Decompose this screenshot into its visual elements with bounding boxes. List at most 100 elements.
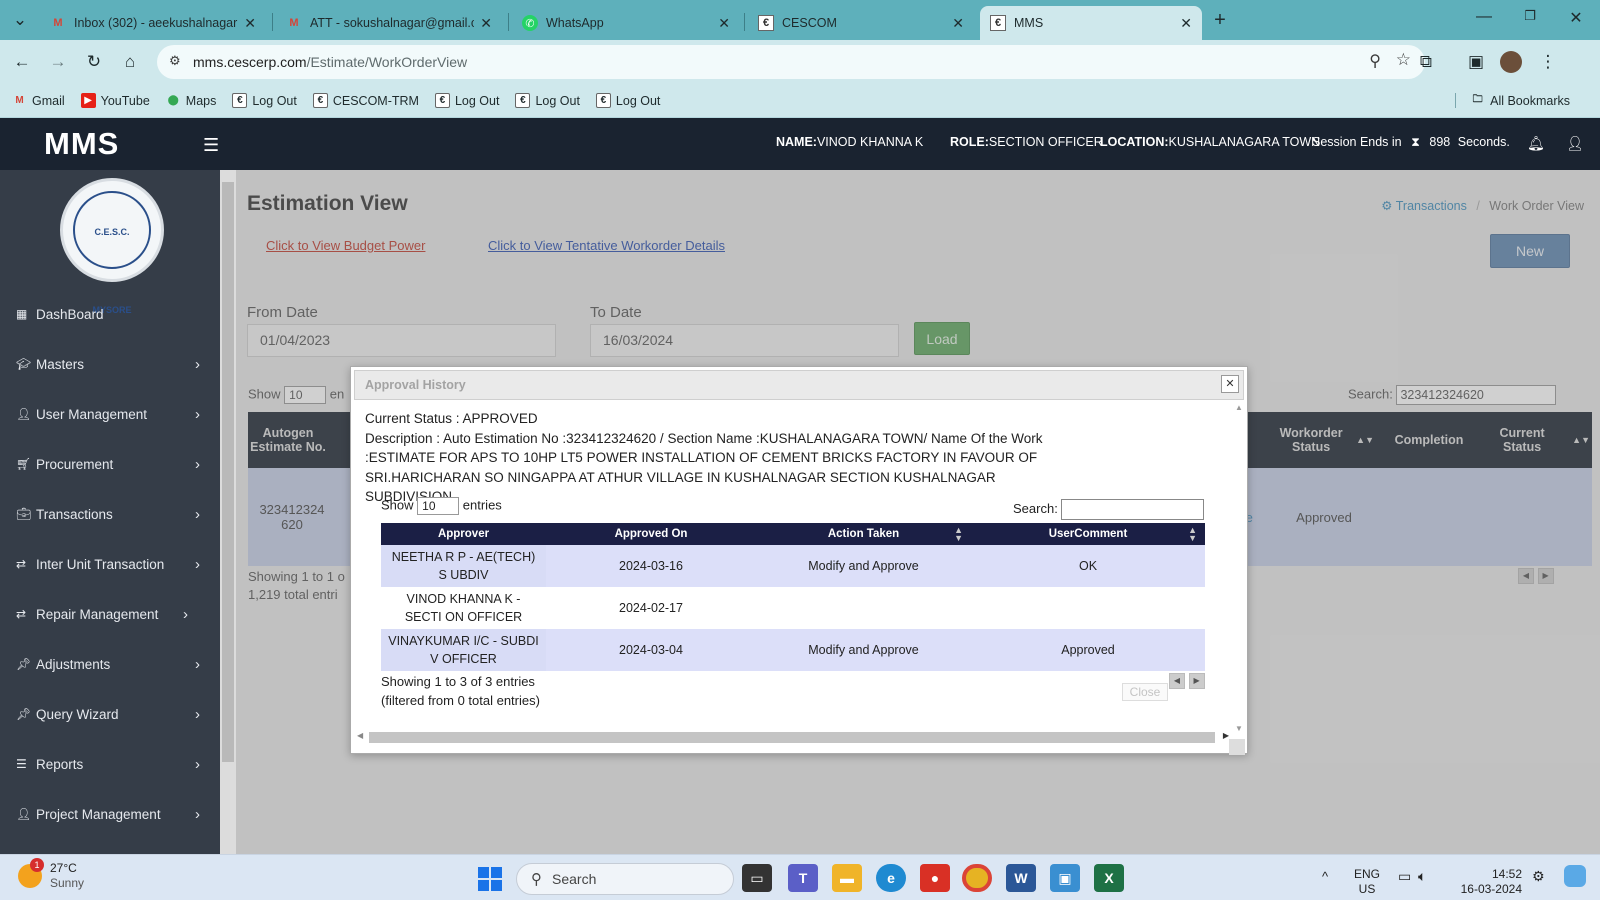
sidebar-item-transactions[interactable]: 💼︎ Transactions ›	[0, 494, 220, 534]
scroll-left-icon[interactable]: ◀	[1169, 673, 1185, 689]
scroll-right-icon[interactable]: ▶	[1188, 673, 1205, 689]
dialog-close-button[interactable]: Close	[1122, 683, 1168, 701]
scroll-up-icon[interactable]: ▲	[1235, 403, 1243, 412]
app-logo[interactable]: MMS	[44, 126, 119, 162]
site-info-icon[interactable]: ⚙	[169, 53, 181, 69]
sidebar-item-adjustments[interactable]: 📌︎ Adjustments ›	[0, 644, 220, 684]
column-header-action-taken[interactable]: Action Taken ▲ ▼	[756, 523, 971, 545]
tab-mms[interactable]: € MMS ✕	[980, 6, 1202, 40]
sidebar-item-user-management[interactable]: 👤︎ User Management ›	[0, 394, 220, 434]
list-icon: ☰	[16, 757, 27, 771]
back-icon[interactable]: ←	[10, 50, 34, 74]
sidebar-item-label: Repair Management	[36, 606, 159, 622]
hamburger-menu-icon[interactable]: ☰	[203, 135, 219, 156]
sidebar-item-reports[interactable]: ☰ Reports ›	[0, 744, 220, 784]
profile-avatar[interactable]	[1500, 51, 1522, 73]
chrome-icon[interactable]	[962, 864, 992, 892]
exchange-icon: ⇄	[16, 607, 27, 621]
column-header-approver[interactable]: Approver	[381, 523, 546, 545]
tab-whatsapp[interactable]: ✆ WhatsApp ✕	[512, 6, 740, 40]
new-tab-icon[interactable]: +	[1208, 8, 1232, 32]
close-tab-icon[interactable]: ✕	[244, 15, 256, 32]
close-tab-icon[interactable]: ✕	[480, 15, 492, 32]
all-bookmarks[interactable]: 🗀 All Bookmarks	[1455, 93, 1570, 108]
chrome-menu-icon[interactable]: ⋮	[1536, 50, 1560, 74]
chevron-right-icon: ›	[195, 405, 200, 423]
chevron-right-icon: ›	[195, 555, 200, 573]
network-icon[interactable]: ▭	[1398, 869, 1411, 884]
sort-icon: ▲▼	[1188, 525, 1197, 543]
dialog-page-length-select[interactable]: 10	[417, 497, 460, 515]
bookmark-maps[interactable]: ⬤ Maps	[166, 93, 217, 108]
excel-icon[interactable]: X	[1094, 864, 1124, 892]
side-panel-icon[interactable]: ▣	[1464, 50, 1488, 74]
clock[interactable]: 14:52 16-03-2024	[1460, 867, 1522, 897]
task-view-icon[interactable]: ▭	[742, 864, 772, 892]
sidebar-scrollbar[interactable]	[220, 170, 236, 854]
approval-history-table: Approver Approved On Action Taken ▲ ▼ User…	[381, 523, 1205, 671]
volume-icon[interactable]: 🔈︎	[1418, 869, 1426, 884]
sort-icon: ▲▼	[954, 525, 963, 543]
restore-icon[interactable]: ❐	[1510, 8, 1550, 32]
language-indicator[interactable]: ENG US	[1354, 867, 1380, 897]
tab-cescom[interactable]: € CESCOM ✕	[748, 6, 974, 40]
bookmark-logout[interactable]: € Log Out	[232, 93, 297, 108]
tray-chevron-icon[interactable]: ^	[1322, 869, 1328, 884]
bookmark-logout[interactable]: € Log Out	[434, 93, 499, 108]
home-icon[interactable]: ⌂	[118, 50, 142, 74]
app-icon[interactable]: ●	[920, 864, 950, 892]
user-name: NAME:VINOD KHANNA K	[776, 135, 923, 149]
bookmark-gmail[interactable]: M Gmail	[12, 93, 64, 108]
teams-icon[interactable]: T	[788, 864, 818, 892]
tab-search-chevron-icon[interactable]: ⌄	[8, 8, 32, 32]
sidebar-item-repair-management[interactable]: ⇄ Repair Management ›	[0, 594, 220, 634]
bookmark-cescom-trm[interactable]: € CESCOM-TRM	[312, 93, 419, 108]
bookmark-logout[interactable]: € Log Out	[515, 93, 580, 108]
close-tab-icon[interactable]: ✕	[1180, 15, 1192, 32]
tab-gmail-att[interactable]: M ATT - sokushalnagar@gmail.com ✕	[276, 6, 502, 40]
bookmarks-bar: M Gmail ▶ YouTube ⬤ Maps € Log Out € CESCOM-T…	[0, 84, 1600, 118]
copilot-icon[interactable]	[1564, 865, 1586, 887]
reload-icon[interactable]: ↻	[82, 50, 106, 74]
bookmark-youtube[interactable]: ▶ YouTube	[80, 93, 150, 108]
show-label: Show	[381, 497, 414, 513]
remote-desktop-icon[interactable]: ▣	[1050, 864, 1080, 892]
dialog-close-icon[interactable]: ✕	[1221, 375, 1239, 393]
notifications-icon[interactable]: ⚙	[1532, 869, 1545, 884]
role-label: ROLE:	[950, 135, 989, 149]
minimize-icon[interactable]: —	[1464, 8, 1504, 32]
cescom-icon: €	[232, 93, 248, 108]
windows-start-icon[interactable]	[478, 867, 502, 891]
column-header-user-comment[interactable]: UserComment ▲ ▼	[971, 523, 1205, 545]
address-bar[interactable]: ⚙ mms.cescerp.com/Estimate/WorkOrderView…	[157, 45, 1425, 79]
taskbar-search[interactable]: ⚲ Search	[516, 863, 734, 895]
dialog-horizontal-scrollbar[interactable]: ◀ ▶	[355, 729, 1231, 745]
weather-widget[interactable]: 1 27°C Sunny	[18, 858, 84, 891]
sidebar-item-query-wizard[interactable]: 📌︎ Query Wizard ›	[0, 694, 220, 734]
window-close-icon[interactable]: ✕	[1556, 8, 1596, 32]
close-tab-icon[interactable]: ✕	[952, 15, 964, 32]
column-header-approved-on[interactable]: Approved On	[546, 523, 756, 545]
extensions-icon[interactable]: ⧉	[1414, 50, 1438, 74]
scroll-down-icon[interactable]: ▼	[1235, 724, 1243, 733]
file-explorer-icon[interactable]: ▬	[832, 864, 862, 892]
sidebar-item-masters[interactable]: 🎓︎ Masters ›	[0, 344, 220, 384]
word-icon[interactable]: W	[1006, 864, 1036, 892]
dialog-search-input[interactable]	[1061, 499, 1205, 520]
gmail-icon: M	[53, 17, 63, 29]
user-profile-icon[interactable]: 👤︎	[1566, 135, 1584, 152]
sidebar-item-project-management[interactable]: 👤︎ Project Management ›	[0, 794, 220, 834]
edge-icon[interactable]: e	[876, 864, 906, 892]
bell-icon[interactable]: 🔔︎	[1527, 135, 1545, 152]
bookmark-logout[interactable]: € Log Out	[595, 93, 660, 108]
tab-gmail-inbox[interactable]: M Inbox (302) - aeekushalnagar@ ✕	[40, 6, 266, 40]
zoom-icon[interactable]: ⚲	[1369, 51, 1381, 71]
forward-icon[interactable]: →	[46, 50, 70, 74]
sidebar-item-inter-unit-transaction[interactable]: ⇄ Inter Unit Transaction ›	[0, 544, 220, 584]
close-tab-icon[interactable]: ✕	[718, 15, 730, 32]
scroll-left-icon[interactable]: ◀	[357, 731, 363, 740]
sidebar-item-dashboard[interactable]: ▦ DashBoard	[0, 294, 220, 334]
dialog-vertical-scrollbar[interactable]: ▲ ▼	[1233, 403, 1245, 733]
bookmark-star-icon[interactable]: ☆	[1396, 50, 1411, 70]
sidebar-item-procurement[interactable]: 🛒︎ Procurement ›	[0, 444, 220, 484]
